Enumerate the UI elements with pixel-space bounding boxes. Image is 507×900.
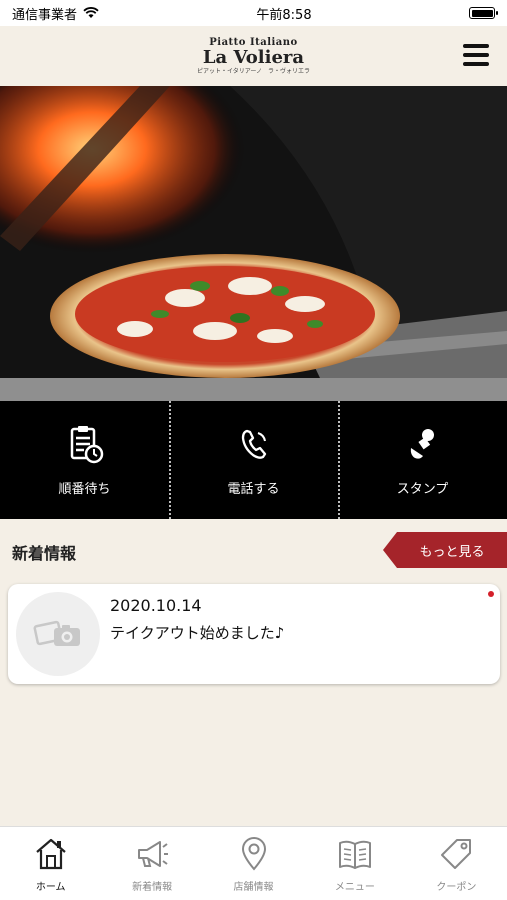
tab-home[interactable]: ホーム	[0, 827, 101, 900]
logo-top-text: Piatto Italiano	[209, 36, 298, 48]
waitlist-label: 順番待ち	[58, 481, 111, 497]
restaurant-logo: Piatto Italiano La Voliera ピアット・イタリアーノ ラ…	[196, 36, 311, 75]
tab-store-info[interactable]: 店舗情報	[203, 827, 304, 900]
logo-sub-text: ピアット・イタリアーノ ラ・ヴォリエラ	[196, 67, 311, 75]
hero-band	[0, 378, 507, 401]
battery-level	[471, 9, 493, 17]
news-thumbnail	[16, 592, 100, 676]
hero-image	[0, 86, 507, 378]
news-item[interactable]: 2020.10.14 テイクアウト始めました♪	[8, 584, 500, 684]
status-left: 通信事業者	[12, 4, 99, 23]
tab-home-label: ホーム	[35, 882, 66, 893]
menu-line	[463, 44, 489, 48]
tab-store-info-label: 店舗情報	[233, 882, 274, 893]
clipboard-clock-icon	[70, 425, 103, 463]
stamp-icon	[410, 428, 434, 459]
map-pin-icon	[241, 837, 266, 871]
call-button[interactable]: 電話する	[169, 401, 338, 519]
wifi-icon	[83, 7, 99, 18]
hamburger-menu-icon[interactable]	[463, 42, 489, 68]
status-bar: 通信事業者 午前8:58	[0, 0, 507, 26]
tab-menu-label: メニュー	[334, 882, 375, 893]
stamp-label: スタンプ	[396, 481, 449, 497]
phone-icon	[241, 429, 266, 459]
tab-coupon[interactable]: クーポン	[406, 827, 507, 900]
unread-dot	[488, 591, 494, 597]
news-date: 2020.10.14	[110, 596, 202, 615]
book-icon	[338, 840, 371, 869]
battery-icon	[469, 7, 498, 19]
tab-news-label: 新着情報	[132, 882, 173, 893]
megaphone-icon	[138, 841, 169, 867]
pizza-oven-illustration	[0, 86, 507, 378]
carrier-label: 通信事業者	[12, 7, 78, 23]
logo-main-text: La Voliera	[202, 46, 305, 68]
app-header: Piatto Italiano La Voliera ピアット・イタリアーノ ラ…	[0, 26, 507, 86]
menu-line	[463, 62, 489, 66]
tab-coupon-label: クーポン	[436, 882, 477, 893]
news-headline: テイクアウト始めました♪	[110, 624, 285, 642]
coupon-tag-icon	[441, 839, 472, 869]
status-time: 午前8:58	[256, 7, 312, 23]
news-header: 新着情報 もっと見る	[0, 530, 507, 570]
menu-line	[463, 53, 489, 57]
call-label: 電話する	[227, 481, 280, 497]
quick-actions-bar: 順番待ち 電話する スタンプ	[0, 401, 507, 519]
camera-placeholder-icon	[33, 620, 80, 646]
bottom-tab-bar: ホーム 新着情報 店舗情報 メニュー クーポン	[0, 826, 507, 900]
tab-menu[interactable]: メニュー	[304, 827, 405, 900]
stamp-button[interactable]: スタンプ	[338, 401, 507, 519]
waitlist-button[interactable]: 順番待ち	[0, 401, 169, 519]
news-section-title: 新着情報	[12, 544, 77, 563]
see-more-button[interactable]: もっと見る	[383, 532, 507, 568]
tab-news[interactable]: 新着情報	[101, 827, 202, 900]
home-icon	[35, 838, 66, 870]
